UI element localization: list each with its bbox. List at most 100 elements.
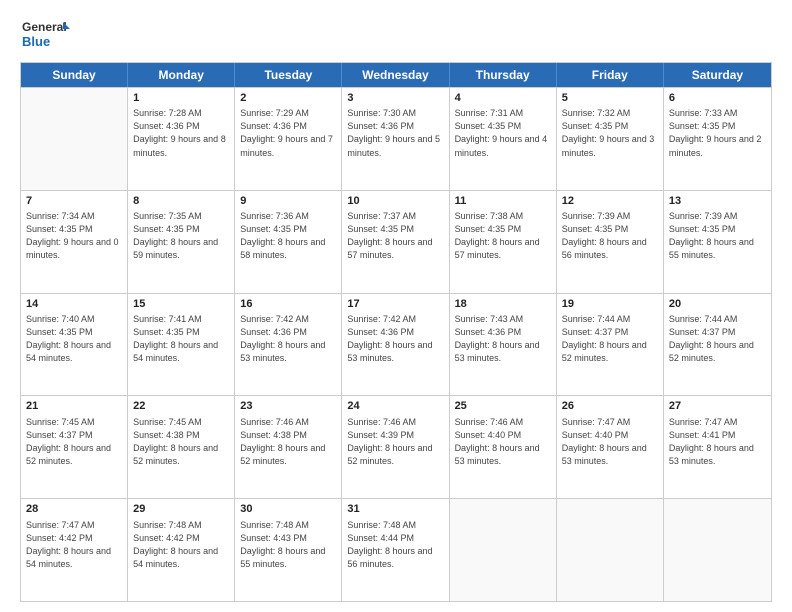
cal-cell-r3-c0: 21 Sunrise: 7:45 AMSunset: 4:37 PMDaylig…: [21, 396, 128, 498]
cal-cell-r1-c6: 13 Sunrise: 7:39 AMSunset: 4:35 PMDaylig…: [664, 191, 771, 293]
day-number: 31: [347, 502, 443, 517]
calendar-row-4: 28 Sunrise: 7:47 AMSunset: 4:42 PMDaylig…: [21, 498, 771, 601]
svg-text:Blue: Blue: [22, 34, 50, 49]
cell-info: Sunrise: 7:45 AMSunset: 4:38 PMDaylight:…: [133, 416, 229, 468]
calendar-row-3: 21 Sunrise: 7:45 AMSunset: 4:37 PMDaylig…: [21, 395, 771, 498]
cell-info: Sunrise: 7:46 AMSunset: 4:38 PMDaylight:…: [240, 416, 336, 468]
page: General Blue SundayMondayTuesdayWednesda…: [0, 0, 792, 612]
cell-info: Sunrise: 7:47 AMSunset: 4:41 PMDaylight:…: [669, 416, 766, 468]
cal-cell-r3-c4: 25 Sunrise: 7:46 AMSunset: 4:40 PMDaylig…: [450, 396, 557, 498]
calendar-row-1: 7 Sunrise: 7:34 AMSunset: 4:35 PMDayligh…: [21, 190, 771, 293]
cal-cell-r4-c3: 31 Sunrise: 7:48 AMSunset: 4:44 PMDaylig…: [342, 499, 449, 601]
header-cell-monday: Monday: [128, 63, 235, 87]
cal-cell-r0-c2: 2 Sunrise: 7:29 AMSunset: 4:36 PMDayligh…: [235, 88, 342, 190]
cal-cell-r4-c2: 30 Sunrise: 7:48 AMSunset: 4:43 PMDaylig…: [235, 499, 342, 601]
cell-info: Sunrise: 7:36 AMSunset: 4:35 PMDaylight:…: [240, 210, 336, 262]
cal-cell-r0-c4: 4 Sunrise: 7:31 AMSunset: 4:35 PMDayligh…: [450, 88, 557, 190]
day-number: 21: [26, 399, 122, 414]
header-cell-wednesday: Wednesday: [342, 63, 449, 87]
cal-cell-r0-c6: 6 Sunrise: 7:33 AMSunset: 4:35 PMDayligh…: [664, 88, 771, 190]
header-cell-friday: Friday: [557, 63, 664, 87]
cal-cell-r1-c1: 8 Sunrise: 7:35 AMSunset: 4:35 PMDayligh…: [128, 191, 235, 293]
cal-cell-r0-c3: 3 Sunrise: 7:30 AMSunset: 4:36 PMDayligh…: [342, 88, 449, 190]
cell-info: Sunrise: 7:37 AMSunset: 4:35 PMDaylight:…: [347, 210, 443, 262]
day-number: 28: [26, 502, 122, 517]
cell-info: Sunrise: 7:30 AMSunset: 4:36 PMDaylight:…: [347, 107, 443, 159]
cal-cell-r2-c0: 14 Sunrise: 7:40 AMSunset: 4:35 PMDaylig…: [21, 294, 128, 396]
cell-info: Sunrise: 7:47 AMSunset: 4:42 PMDaylight:…: [26, 519, 122, 571]
day-number: 6: [669, 91, 766, 106]
cal-cell-r3-c1: 22 Sunrise: 7:45 AMSunset: 4:38 PMDaylig…: [128, 396, 235, 498]
cell-info: Sunrise: 7:39 AMSunset: 4:35 PMDaylight:…: [669, 210, 766, 262]
day-number: 14: [26, 297, 122, 312]
cell-info: Sunrise: 7:48 AMSunset: 4:42 PMDaylight:…: [133, 519, 229, 571]
day-number: 29: [133, 502, 229, 517]
logo: General Blue: [20, 16, 70, 52]
day-number: 13: [669, 194, 766, 209]
cal-cell-r2-c3: 17 Sunrise: 7:42 AMSunset: 4:36 PMDaylig…: [342, 294, 449, 396]
logo-svg: General Blue: [20, 16, 70, 52]
cal-cell-r1-c3: 10 Sunrise: 7:37 AMSunset: 4:35 PMDaylig…: [342, 191, 449, 293]
cal-cell-r2-c4: 18 Sunrise: 7:43 AMSunset: 4:36 PMDaylig…: [450, 294, 557, 396]
cell-info: Sunrise: 7:45 AMSunset: 4:37 PMDaylight:…: [26, 416, 122, 468]
day-number: 4: [455, 91, 551, 106]
cell-info: Sunrise: 7:48 AMSunset: 4:43 PMDaylight:…: [240, 519, 336, 571]
day-number: 17: [347, 297, 443, 312]
cal-cell-r4-c6: [664, 499, 771, 601]
day-number: 22: [133, 399, 229, 414]
day-number: 19: [562, 297, 658, 312]
svg-text:General: General: [22, 20, 67, 34]
calendar-row-2: 14 Sunrise: 7:40 AMSunset: 4:35 PMDaylig…: [21, 293, 771, 396]
cell-info: Sunrise: 7:42 AMSunset: 4:36 PMDaylight:…: [240, 313, 336, 365]
day-number: 27: [669, 399, 766, 414]
cell-info: Sunrise: 7:41 AMSunset: 4:35 PMDaylight:…: [133, 313, 229, 365]
cal-cell-r2-c6: 20 Sunrise: 7:44 AMSunset: 4:37 PMDaylig…: [664, 294, 771, 396]
cell-info: Sunrise: 7:35 AMSunset: 4:35 PMDaylight:…: [133, 210, 229, 262]
cell-info: Sunrise: 7:40 AMSunset: 4:35 PMDaylight:…: [26, 313, 122, 365]
day-number: 30: [240, 502, 336, 517]
cal-cell-r2-c5: 19 Sunrise: 7:44 AMSunset: 4:37 PMDaylig…: [557, 294, 664, 396]
calendar-row-0: 1 Sunrise: 7:28 AMSunset: 4:36 PMDayligh…: [21, 87, 771, 190]
day-number: 18: [455, 297, 551, 312]
cal-cell-r2-c1: 15 Sunrise: 7:41 AMSunset: 4:35 PMDaylig…: [128, 294, 235, 396]
cell-info: Sunrise: 7:32 AMSunset: 4:35 PMDaylight:…: [562, 107, 658, 159]
cal-cell-r2-c2: 16 Sunrise: 7:42 AMSunset: 4:36 PMDaylig…: [235, 294, 342, 396]
day-number: 11: [455, 194, 551, 209]
cell-info: Sunrise: 7:46 AMSunset: 4:40 PMDaylight:…: [455, 416, 551, 468]
cal-cell-r3-c3: 24 Sunrise: 7:46 AMSunset: 4:39 PMDaylig…: [342, 396, 449, 498]
calendar-header: SundayMondayTuesdayWednesdayThursdayFrid…: [21, 63, 771, 87]
day-number: 3: [347, 91, 443, 106]
cell-info: Sunrise: 7:43 AMSunset: 4:36 PMDaylight:…: [455, 313, 551, 365]
cal-cell-r0-c1: 1 Sunrise: 7:28 AMSunset: 4:36 PMDayligh…: [128, 88, 235, 190]
day-number: 23: [240, 399, 336, 414]
cell-info: Sunrise: 7:34 AMSunset: 4:35 PMDaylight:…: [26, 210, 122, 262]
cell-info: Sunrise: 7:29 AMSunset: 4:36 PMDaylight:…: [240, 107, 336, 159]
cell-info: Sunrise: 7:47 AMSunset: 4:40 PMDaylight:…: [562, 416, 658, 468]
cell-info: Sunrise: 7:42 AMSunset: 4:36 PMDaylight:…: [347, 313, 443, 365]
day-number: 16: [240, 297, 336, 312]
header-cell-sunday: Sunday: [21, 63, 128, 87]
day-number: 24: [347, 399, 443, 414]
cell-info: Sunrise: 7:48 AMSunset: 4:44 PMDaylight:…: [347, 519, 443, 571]
cal-cell-r4-c1: 29 Sunrise: 7:48 AMSunset: 4:42 PMDaylig…: [128, 499, 235, 601]
day-number: 1: [133, 91, 229, 106]
day-number: 25: [455, 399, 551, 414]
day-number: 10: [347, 194, 443, 209]
cal-cell-r0-c0: [21, 88, 128, 190]
day-number: 26: [562, 399, 658, 414]
day-number: 12: [562, 194, 658, 209]
header-cell-saturday: Saturday: [664, 63, 771, 87]
cal-cell-r4-c0: 28 Sunrise: 7:47 AMSunset: 4:42 PMDaylig…: [21, 499, 128, 601]
day-number: 8: [133, 194, 229, 209]
cell-info: Sunrise: 7:44 AMSunset: 4:37 PMDaylight:…: [669, 313, 766, 365]
cal-cell-r1-c2: 9 Sunrise: 7:36 AMSunset: 4:35 PMDayligh…: [235, 191, 342, 293]
cal-cell-r1-c0: 7 Sunrise: 7:34 AMSunset: 4:35 PMDayligh…: [21, 191, 128, 293]
cell-info: Sunrise: 7:44 AMSunset: 4:37 PMDaylight:…: [562, 313, 658, 365]
cal-cell-r4-c4: [450, 499, 557, 601]
header-cell-tuesday: Tuesday: [235, 63, 342, 87]
day-number: 2: [240, 91, 336, 106]
cal-cell-r1-c4: 11 Sunrise: 7:38 AMSunset: 4:35 PMDaylig…: [450, 191, 557, 293]
cal-cell-r3-c2: 23 Sunrise: 7:46 AMSunset: 4:38 PMDaylig…: [235, 396, 342, 498]
day-number: 5: [562, 91, 658, 106]
cell-info: Sunrise: 7:46 AMSunset: 4:39 PMDaylight:…: [347, 416, 443, 468]
